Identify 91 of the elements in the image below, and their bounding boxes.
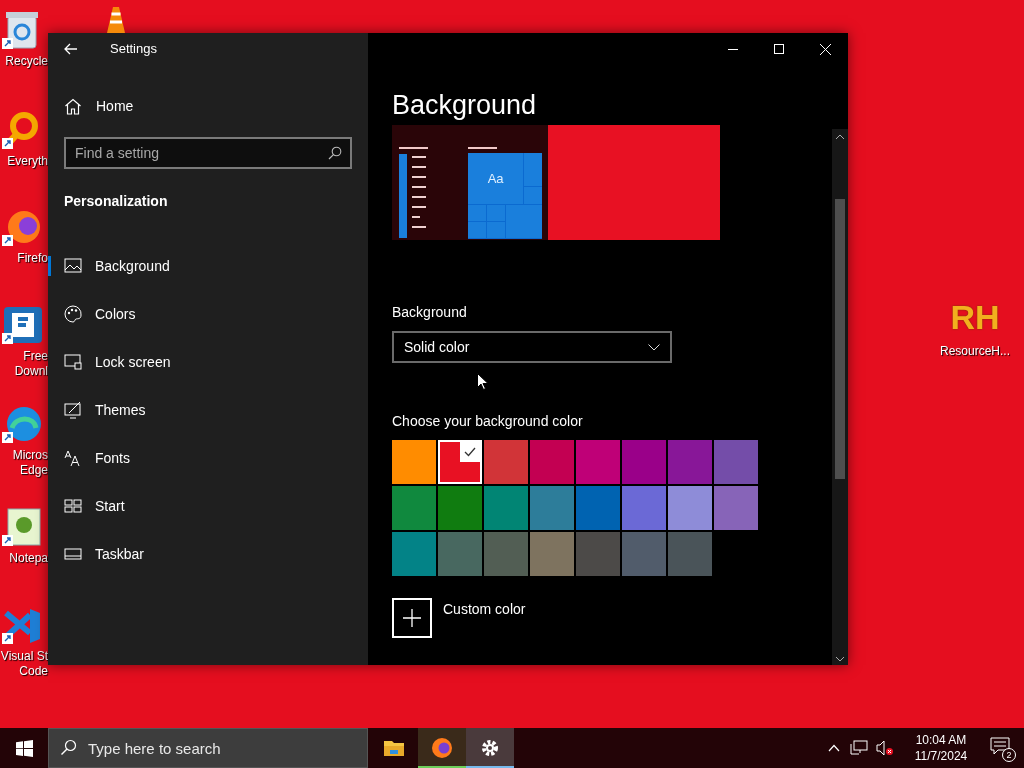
color-swatch[interactable] <box>668 532 712 576</box>
color-swatch[interactable] <box>438 440 482 484</box>
plus-icon <box>403 609 421 627</box>
color-swatch[interactable] <box>438 532 482 576</box>
color-swatch[interactable] <box>622 486 666 530</box>
color-swatch[interactable] <box>714 440 758 484</box>
scroll-up-icon <box>835 133 845 141</box>
taskbar-app-button[interactable] <box>418 728 466 768</box>
color-swatch[interactable] <box>668 440 712 484</box>
search-field[interactable]: Find a setting <box>64 137 352 169</box>
start-icon <box>64 497 82 515</box>
icon-label: Downl <box>14 364 48 379</box>
color-swatch[interactable] <box>392 486 436 530</box>
icon-label: Recycle <box>5 54 48 69</box>
desktop-app-icon[interactable] <box>2 505 42 547</box>
icon-label: Edge <box>19 463 48 478</box>
color-swatch[interactable] <box>484 532 528 576</box>
icon-label: Visual St <box>0 649 48 664</box>
window-title: Settings <box>110 40 157 59</box>
scrollbar-thumb[interactable] <box>835 199 845 479</box>
scrollbar[interactable] <box>832 129 848 665</box>
windows-logo-icon <box>15 739 33 757</box>
color-swatch[interactable] <box>392 532 436 576</box>
home-icon <box>64 97 82 115</box>
background-dropdown[interactable]: Solid color <box>392 331 672 363</box>
icon-label: Code <box>19 664 48 679</box>
nav-item[interactable]: Themes <box>48 386 368 434</box>
page-title: Background <box>392 89 538 122</box>
scroll-down-icon <box>835 655 845 663</box>
nav-item[interactable]: Colors <box>48 290 368 338</box>
start-tile <box>468 221 486 238</box>
fonts-icon <box>64 449 82 467</box>
close-icon <box>819 43 831 55</box>
start-tile <box>524 187 542 204</box>
home-item[interactable]: Home <box>48 89 368 123</box>
color-swatch[interactable] <box>530 532 574 576</box>
search-icon <box>60 739 77 756</box>
color-swatch[interactable] <box>576 440 620 484</box>
nav-item[interactable]: Taskbar <box>48 530 368 578</box>
color-swatch[interactable] <box>622 532 666 576</box>
color-swatch[interactable] <box>576 486 620 530</box>
picture-icon <box>64 257 82 275</box>
checkmark-icon <box>464 447 476 457</box>
taskbar-search-field[interactable]: Type here to search <box>48 728 368 768</box>
field-label: Background <box>392 303 468 322</box>
color-swatch[interactable] <box>530 486 574 530</box>
start-tile <box>505 204 542 238</box>
traffic-cone-icon[interactable] <box>106 6 126 33</box>
color-swatch[interactable] <box>392 440 436 484</box>
clock[interactable]: 10:04 AM 11/7/2024 <box>906 732 976 764</box>
color-swatch[interactable] <box>576 532 620 576</box>
start-tile: Aa <box>468 153 524 204</box>
taskbar-app-button[interactable] <box>466 728 514 768</box>
icon-label: Notepa <box>9 551 48 566</box>
color-swatch[interactable] <box>484 486 528 530</box>
section-heading: Personalization <box>63 192 169 211</box>
color-swatch[interactable] <box>530 440 574 484</box>
nav-item[interactable]: Lock screen <box>48 338 368 386</box>
back-icon <box>64 43 78 55</box>
icon-label: Everyth <box>7 154 48 169</box>
palette-icon <box>64 305 82 323</box>
muted-speaker-icon[interactable] <box>876 740 894 756</box>
start-tile <box>468 204 486 221</box>
custom-color-label: Custom color <box>443 600 526 619</box>
icon-label: Micros <box>12 448 48 463</box>
chevron-up-icon[interactable] <box>828 744 840 752</box>
chevron-down-icon <box>648 343 660 351</box>
color-swatch[interactable] <box>714 486 758 530</box>
mouse-cursor-icon <box>477 373 488 390</box>
taskbar-icon <box>64 545 82 563</box>
section-label: Choose your background color <box>392 412 584 431</box>
color-swatch[interactable] <box>668 486 712 530</box>
maximize-icon <box>774 44 784 54</box>
icon-label: Firefo <box>17 251 48 266</box>
firefox-icon <box>430 736 454 760</box>
nav-item[interactable]: Start <box>48 482 368 530</box>
start-tile <box>486 221 505 238</box>
icon-label: Free <box>23 349 48 364</box>
color-swatch[interactable] <box>484 440 528 484</box>
color-swatch[interactable] <box>438 486 482 530</box>
lock-icon <box>64 353 82 371</box>
logo: RH <box>950 300 1000 334</box>
start-tile <box>524 153 542 187</box>
nav-item[interactable]: Fonts <box>48 434 368 482</box>
search-icon <box>328 146 342 160</box>
add-custom-color-button[interactable] <box>392 598 432 638</box>
color-swatch[interactable] <box>622 440 666 484</box>
themes-icon <box>64 401 82 419</box>
network-icon[interactable] <box>850 740 868 756</box>
icon-label: ResourceH... <box>940 343 1010 360</box>
app-icon[interactable]: RH ResourceH... <box>940 300 1010 360</box>
